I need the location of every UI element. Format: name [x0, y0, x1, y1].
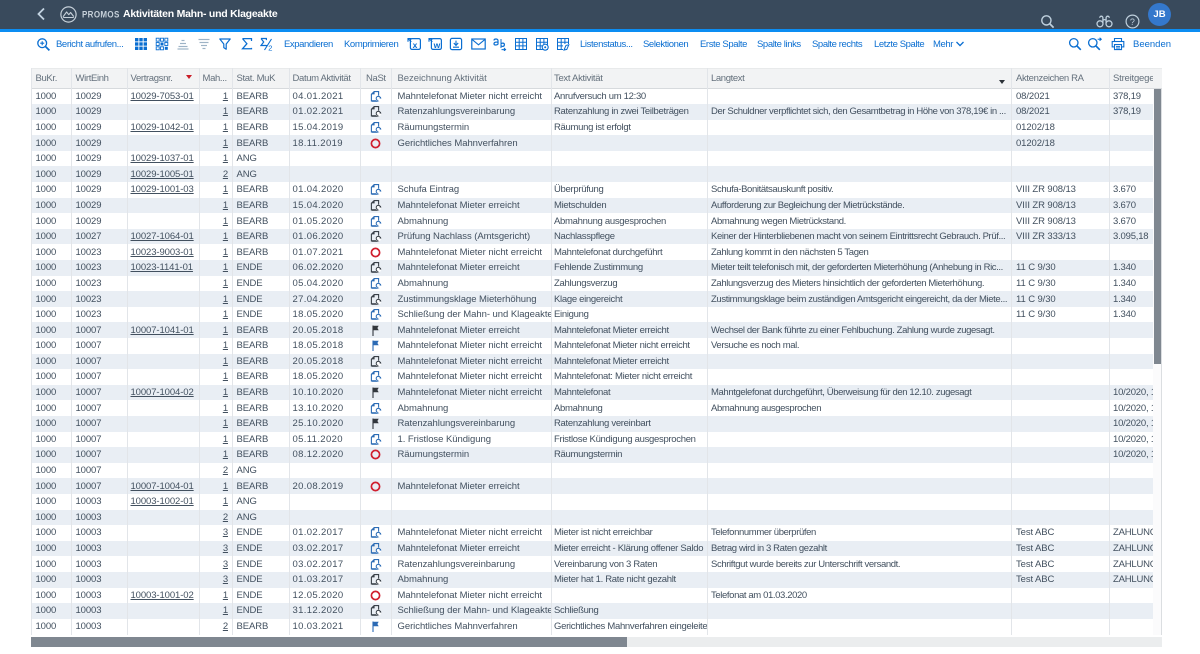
svg-text:2: 2 — [268, 43, 272, 51]
svg-text:?: ? — [1130, 16, 1135, 26]
svg-text:x: x — [413, 40, 418, 50]
svg-text:w: w — [433, 40, 441, 50]
